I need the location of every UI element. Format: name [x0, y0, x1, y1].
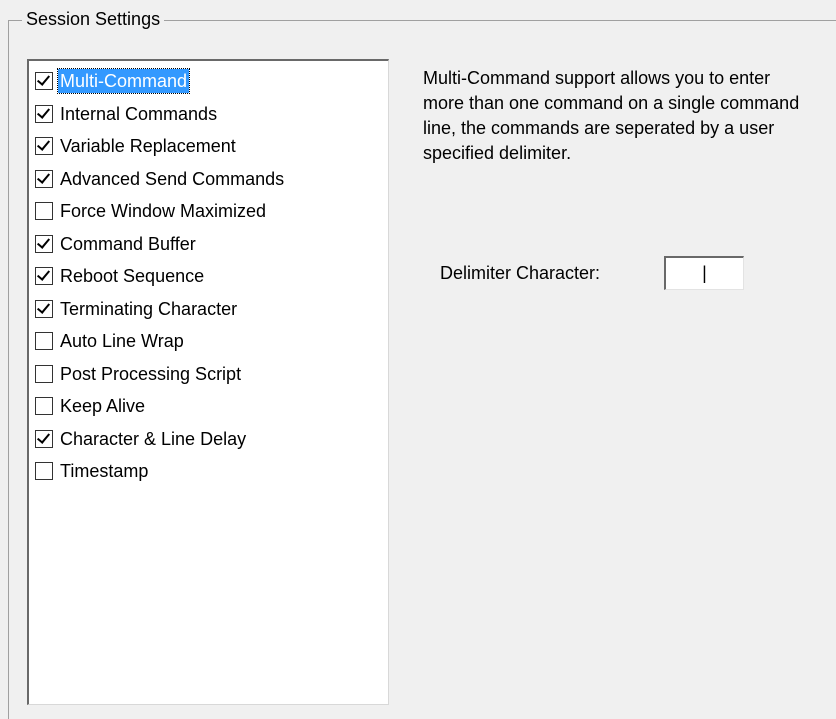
option-label: Variable Replacement [60, 136, 236, 157]
option-item[interactable]: Character & Line Delay [29, 423, 388, 456]
option-label: Timestamp [60, 461, 149, 482]
option-item[interactable]: Post Processing Script [29, 358, 388, 391]
option-label: Multi-Command [56, 68, 191, 95]
option-label: Keep Alive [60, 396, 146, 417]
option-item[interactable]: Internal Commands [29, 98, 388, 131]
option-item[interactable]: Keep Alive [29, 390, 388, 423]
checkbox-unchecked-icon[interactable] [35, 332, 53, 351]
option-label: Character & Line Delay [60, 428, 247, 449]
option-item[interactable]: Command Buffer [29, 228, 388, 261]
option-item[interactable]: Terminating Character [29, 293, 388, 326]
checkbox-checked-icon[interactable] [35, 267, 53, 286]
option-item[interactable]: Multi-Command [29, 65, 388, 98]
checkbox-checked-icon[interactable] [35, 169, 53, 188]
session-settings-page: Session Settings Multi-Command Internal C… [0, 0, 836, 719]
groupbox-title: Session Settings [22, 8, 165, 30]
option-label: Reboot Sequence [60, 266, 205, 287]
option-label: Advanced Send Commands [60, 168, 285, 189]
option-item[interactable]: Force Window Maximized [29, 195, 388, 228]
option-item[interactable]: Variable Replacement [29, 130, 388, 163]
checkbox-checked-icon[interactable] [35, 299, 53, 318]
option-label: Auto Line Wrap [60, 331, 184, 352]
option-label: Force Window Maximized [60, 201, 267, 222]
delimiter-label: Delimiter Character: [440, 263, 601, 283]
checkbox-checked-icon[interactable] [35, 429, 53, 448]
checkbox-checked-icon[interactable] [35, 234, 53, 253]
checkbox-unchecked-icon[interactable] [35, 202, 53, 221]
option-item[interactable]: Timestamp [29, 455, 388, 488]
option-label: Command Buffer [60, 233, 196, 254]
delimiter-input[interactable] [664, 256, 744, 290]
checkbox-checked-icon[interactable] [35, 104, 53, 123]
option-description: Multi-Command support allows you to ente… [423, 68, 800, 163]
option-label: Post Processing Script [60, 363, 242, 384]
option-item[interactable]: Reboot Sequence [29, 260, 388, 293]
checkbox-checked-icon[interactable] [35, 72, 53, 91]
checkbox-unchecked-icon[interactable] [35, 462, 53, 481]
option-label: Terminating Character [60, 298, 238, 319]
checkbox-unchecked-icon[interactable] [35, 397, 53, 416]
option-item[interactable]: Advanced Send Commands [29, 163, 388, 196]
checkbox-unchecked-icon[interactable] [35, 364, 53, 383]
option-item[interactable]: Auto Line Wrap [29, 325, 388, 358]
checkbox-checked-icon[interactable] [35, 137, 53, 156]
options-checklist[interactable]: Multi-Command Internal Commands Variable R… [27, 59, 389, 705]
option-label: Internal Commands [60, 103, 218, 124]
